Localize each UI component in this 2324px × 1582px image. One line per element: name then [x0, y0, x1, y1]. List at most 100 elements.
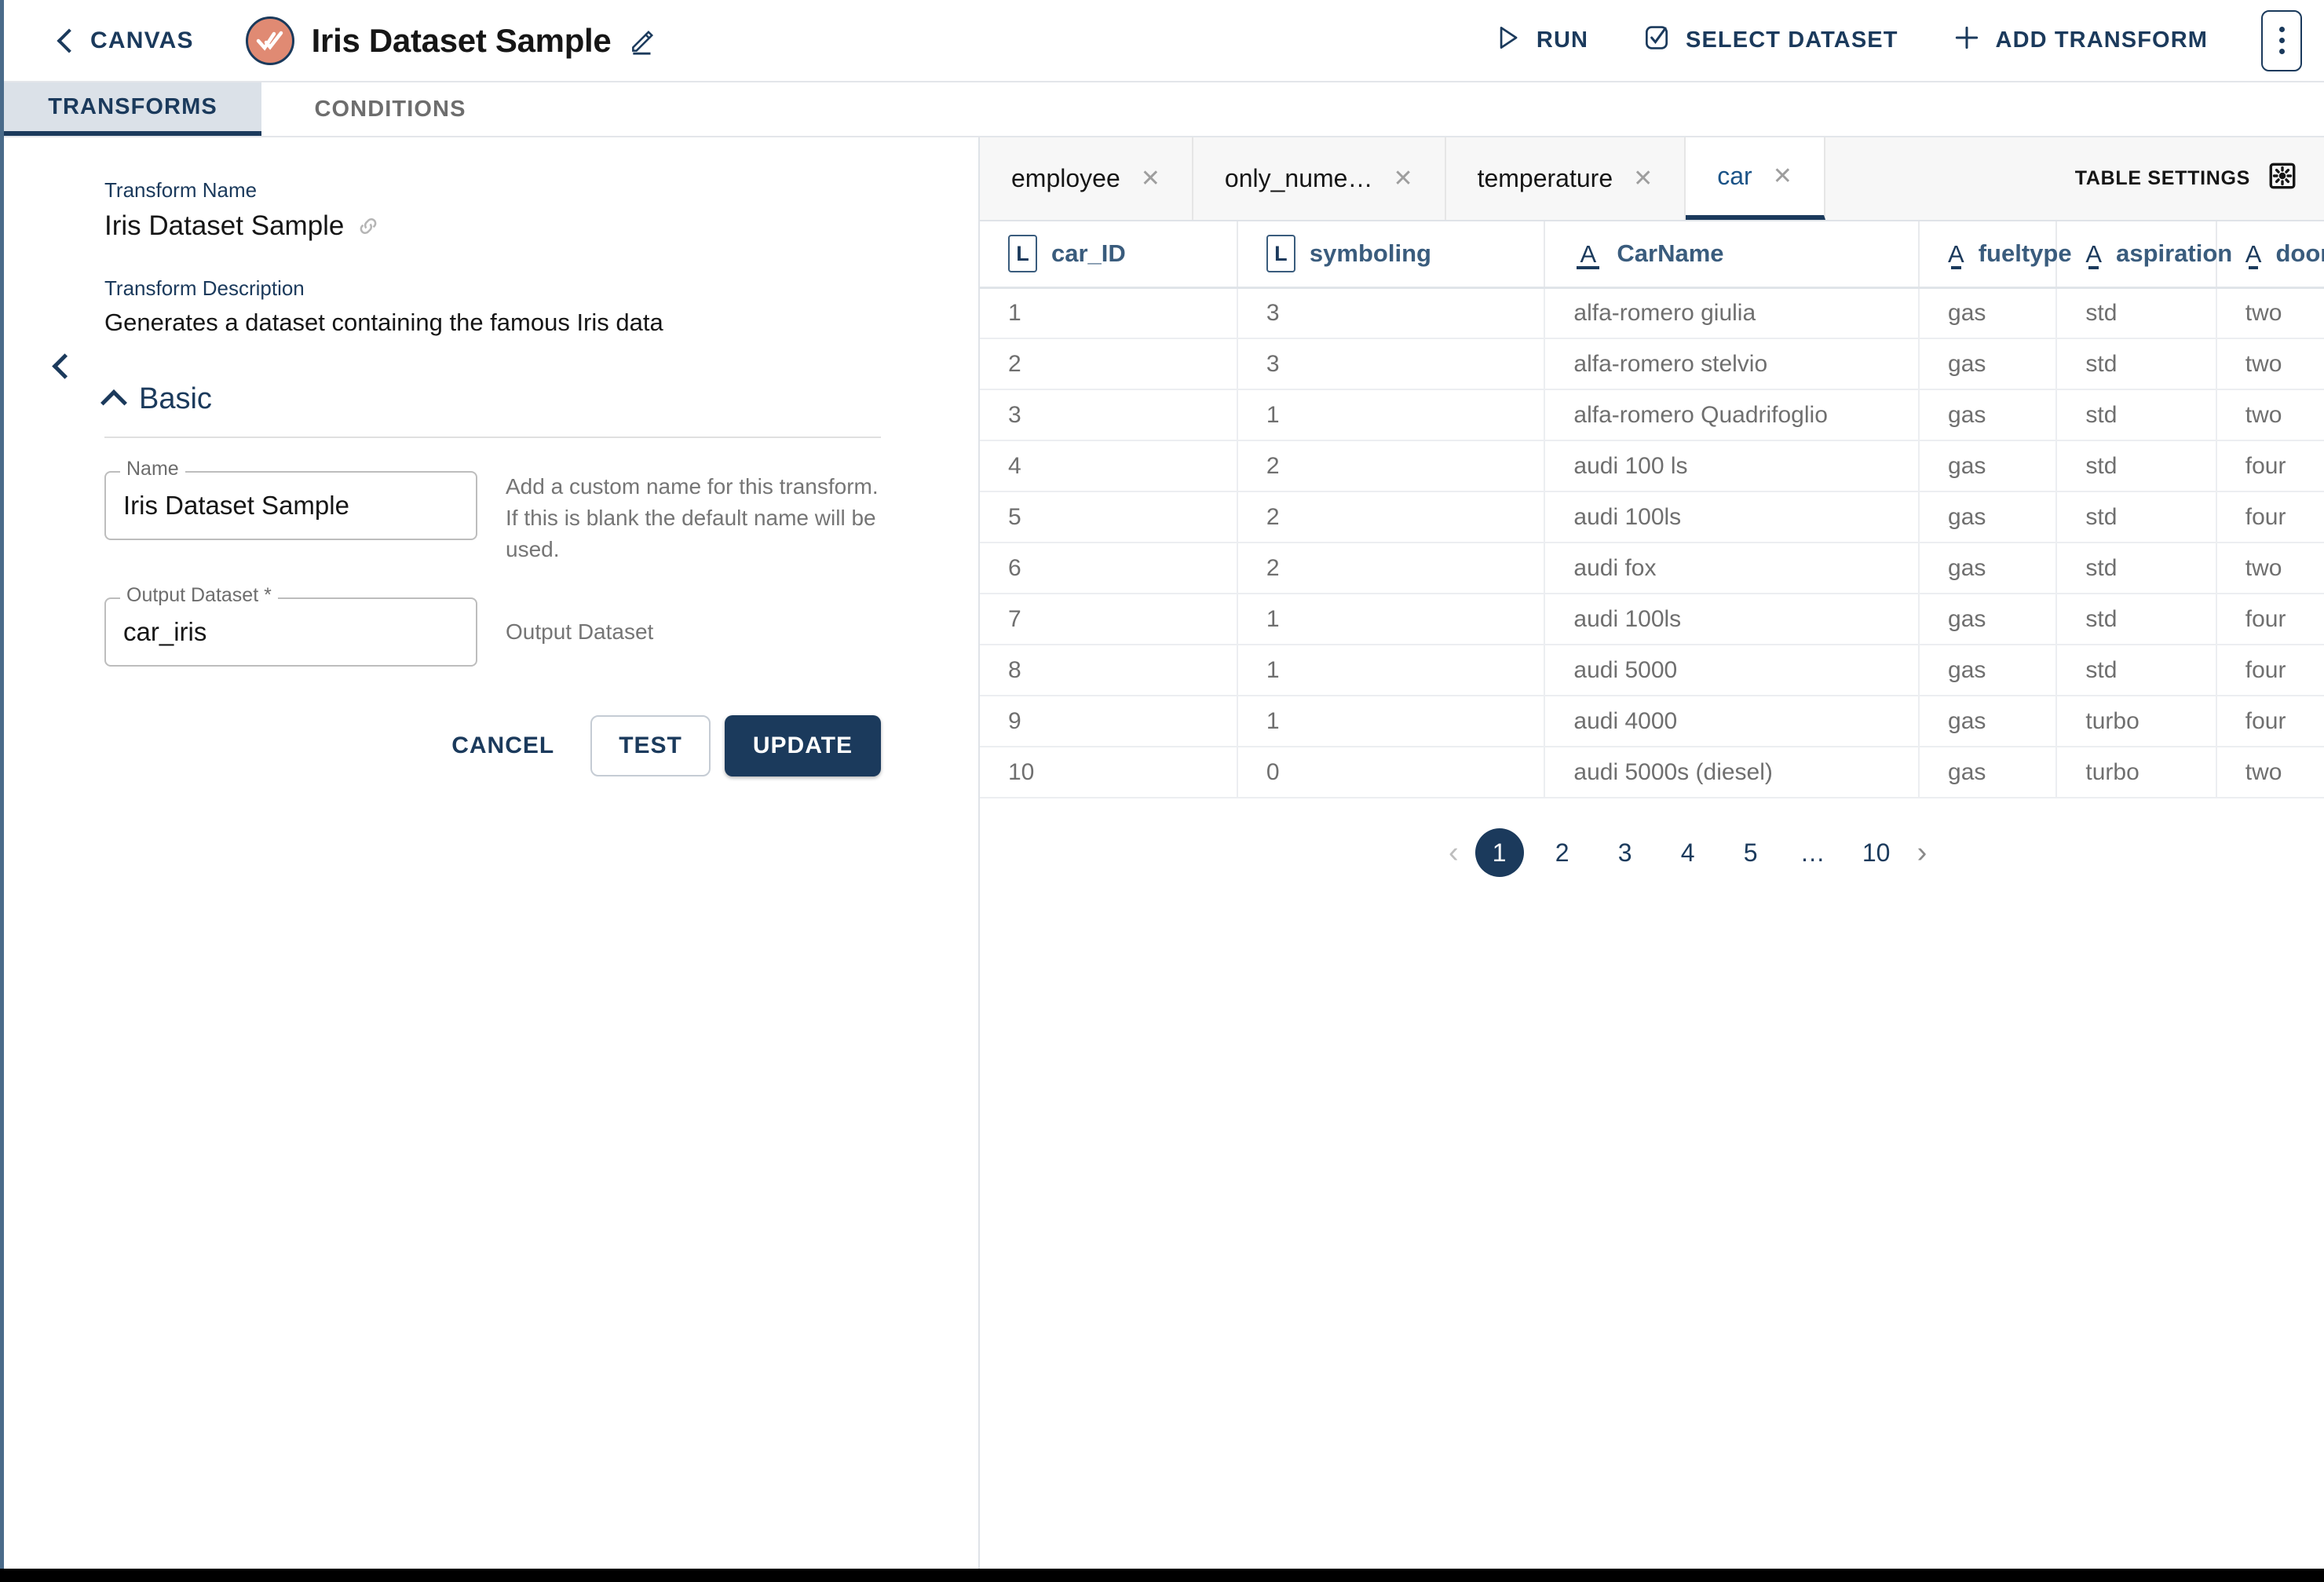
dataset-tab-label: car [1717, 162, 1752, 190]
chevron-left-icon [57, 27, 82, 53]
close-icon[interactable]: ✕ [1633, 166, 1653, 191]
window-bottom-strip [0, 1569, 2324, 1582]
table-row[interactable]: 7 1 audi 100ls gas std four [980, 594, 2324, 645]
table-cell: audi 5000 [1544, 645, 1920, 696]
table-row[interactable]: 1 3 alfa-romero giulia gas std two [980, 287, 2324, 339]
dataset-tab-employee[interactable]: employee ✕ [980, 137, 1193, 220]
test-button[interactable]: TEST [590, 715, 711, 777]
close-icon[interactable]: ✕ [1393, 166, 1412, 191]
add-transform-label: ADD TRANSFORM [1995, 27, 2208, 53]
pagination-page-3[interactable]: 3 [1610, 837, 1641, 868]
select-dataset-label: SELECT DATASET [1686, 27, 1898, 53]
output-dataset-field-wrap: Output Dataset * [104, 584, 477, 667]
gear-icon [2269, 163, 2296, 195]
table-row[interactable]: 3 1 alfa-romero Quadrifoglio gas std two [980, 389, 2324, 441]
column-header-label: aspiration [2116, 239, 2233, 268]
pagination-page-5[interactable]: 5 [1735, 837, 1767, 868]
table-cell: two [2216, 747, 2324, 798]
column-header-carname[interactable]: A CarName [1544, 221, 1920, 289]
tab-conditions[interactable]: CONDITIONS [261, 82, 519, 136]
table-cell: gas [1919, 440, 2058, 492]
table-settings-button[interactable]: TABLE SETTINGS [2044, 137, 2324, 220]
table-cell: audi fox [1544, 543, 1920, 594]
table-row[interactable]: 6 2 audi fox gas std two [980, 543, 2324, 594]
table-cell: four [2216, 594, 2324, 645]
table-cell: gas [1919, 491, 2058, 543]
dataset-tab-label: only_nume… [1224, 164, 1373, 192]
pagination-page-4[interactable]: 4 [1672, 837, 1704, 868]
table-cell: audi 5000s (diesel) [1544, 747, 1920, 798]
dataset-tab-only-numeric[interactable]: only_nume… ✕ [1193, 137, 1446, 220]
pagination-next-button[interactable]: › [1917, 836, 1928, 870]
column-header-symboling[interactable]: L symboling [1237, 221, 1546, 289]
table-cell: two [2216, 543, 2324, 594]
table-cell: gas [1919, 594, 2058, 645]
type-text-icon: A [1573, 235, 1602, 272]
table-cell: 1 [1237, 645, 1546, 696]
more-options-button[interactable] [2261, 9, 2302, 71]
body-split: Transform Name Iris Dataset Sample Trans… [4, 137, 2324, 1569]
play-icon [1493, 23, 1522, 59]
table-cell: 10 [980, 747, 1238, 798]
close-icon[interactable]: ✕ [1773, 164, 1792, 188]
table-cell: two [2216, 338, 2324, 390]
table-cell: 7 [980, 594, 1238, 645]
table-row[interactable]: 5 2 audi 100ls gas std four [980, 491, 2324, 543]
tab-transforms[interactable]: TRANSFORMS [4, 82, 261, 136]
pagination-prev-button[interactable]: ‹ [1449, 836, 1459, 870]
table-row[interactable]: 4 2 audi 100 ls gas std four [980, 440, 2324, 492]
pagination-page-10[interactable]: 10 [1861, 837, 1892, 868]
name-input[interactable] [104, 471, 477, 540]
column-header-fueltype[interactable]: A fueltype [1919, 221, 2072, 289]
table-cell: std [2056, 287, 2217, 339]
name-field-wrap: Name [104, 458, 477, 564]
output-dataset-input[interactable] [104, 597, 477, 667]
table-cell: turbo [2056, 747, 2217, 798]
table-row[interactable]: 10 0 audi 5000s (diesel) gas turbo two [980, 747, 2324, 798]
chevron-up-icon [100, 389, 127, 416]
pagination: ‹ 1 2 3 4 5 … 10 › [1439, 828, 2324, 877]
column-header-doornumber[interactable]: A doornumber [2216, 221, 2324, 289]
table-row[interactable]: 9 1 audi 4000 gas turbo four [980, 696, 2324, 747]
table-cell: 3 [1237, 338, 1546, 390]
table-cell: 6 [980, 543, 1238, 594]
type-long-icon: L [1008, 235, 1037, 273]
table-row[interactable]: 8 1 audi 5000 gas std four [980, 645, 2324, 696]
dataset-tabbar: employee ✕ only_nume… ✕ temperature ✕ ca… [980, 137, 2324, 221]
dataset-tab-temperature[interactable]: temperature ✕ [1446, 137, 1686, 220]
dataset-tab-car[interactable]: car ✕ [1686, 137, 1825, 220]
checkbox-check-icon [1642, 23, 1672, 59]
dataset-table: L car_ID L symboling A CarName A fueltyp… [980, 221, 2324, 798]
close-icon[interactable]: ✕ [1141, 166, 1160, 191]
column-header-aspiration[interactable]: A aspiration [2056, 221, 2232, 289]
table-cell: alfa-romero Quadrifoglio [1544, 389, 1920, 441]
table-header-row: L car_ID L symboling A CarName A fueltyp… [980, 221, 2324, 289]
add-transform-button[interactable]: ADD TRANSFORM [1925, 13, 2234, 68]
name-field-helper: Add a custom name for this transform. If… [506, 474, 879, 561]
form-actions: CANCEL TEST UPDATE [104, 715, 881, 777]
pagination-page-1[interactable]: 1 [1474, 828, 1524, 877]
table-cell: gas [1919, 389, 2058, 441]
basic-section-header[interactable]: Basic [100, 382, 900, 416]
pagination-page-2[interactable]: 2 [1547, 837, 1578, 868]
cancel-button[interactable]: CANCEL [429, 717, 576, 775]
run-button[interactable]: RUN [1466, 13, 1615, 68]
transform-description-value: Generates a dataset containing the famou… [104, 309, 663, 336]
transform-name-value: Iris Dataset Sample [104, 210, 345, 241]
table-cell: gas [1919, 543, 2058, 594]
select-dataset-button[interactable]: SELECT DATASET [1615, 13, 1925, 68]
pagination-ellipsis: … [1800, 838, 1827, 867]
table-cell: 1 [1237, 696, 1546, 747]
table-cell: gas [1919, 645, 2058, 696]
update-button[interactable]: UPDATE [724, 715, 881, 777]
column-header-car-id[interactable]: L car_ID [980, 221, 1238, 289]
table-body: 1 3 alfa-romero giulia gas std two 2 3 alfa-rome… [980, 287, 2324, 798]
back-to-canvas-link[interactable]: CANVAS [57, 27, 194, 54]
table-cell: 9 [980, 696, 1238, 747]
table-cell: 2 [1237, 543, 1546, 594]
edit-pencil-icon[interactable] [628, 26, 658, 56]
table-row[interactable]: 2 3 alfa-romero stelvio gas std two [980, 338, 2324, 390]
app-logo-icon [245, 16, 294, 65]
link-icon[interactable] [356, 214, 380, 238]
transform-description-block: Transform Description Generates a datase… [104, 276, 900, 337]
